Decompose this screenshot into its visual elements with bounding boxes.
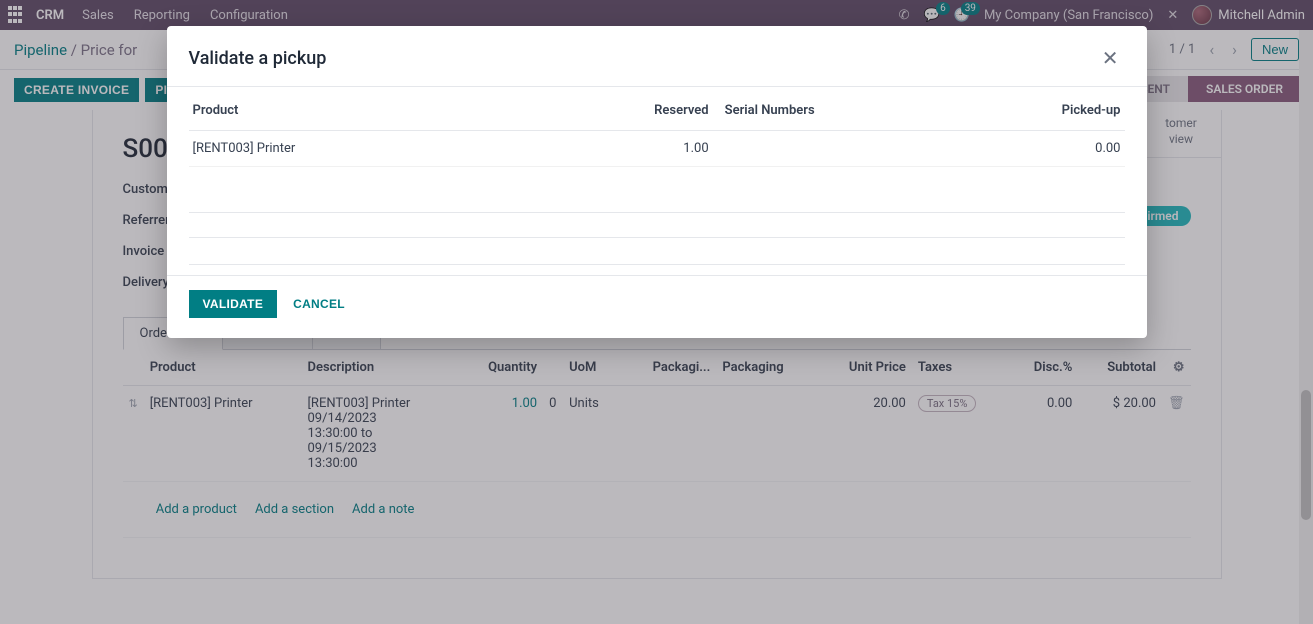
cancel-button[interactable]: CANCEL — [293, 297, 345, 311]
col-picked-up: Picked-up — [993, 91, 1124, 131]
pickup-row[interactable]: [RENT003] Printer 1.00 0.00 — [189, 131, 1125, 167]
pickup-reserved: 1.00 — [600, 131, 712, 167]
modal-overlay: Validate a pickup ✕ Product Reserved Ser… — [0, 0, 1313, 624]
validate-button[interactable]: VALIDATE — [189, 290, 278, 318]
pickup-picked-up[interactable]: 0.00 — [993, 131, 1124, 167]
col-product: Product — [189, 91, 601, 131]
modal-title: Validate a pickup — [189, 48, 327, 69]
col-serial-numbers: Serial Numbers — [713, 91, 994, 131]
pickup-product: [RENT003] Printer — [189, 131, 601, 167]
close-icon[interactable]: ✕ — [1096, 44, 1125, 72]
col-reserved: Reserved — [600, 91, 712, 131]
pickup-table: Product Reserved Serial Numbers Picked-u… — [189, 91, 1125, 167]
validate-pickup-modal: Validate a pickup ✕ Product Reserved Ser… — [167, 26, 1147, 338]
